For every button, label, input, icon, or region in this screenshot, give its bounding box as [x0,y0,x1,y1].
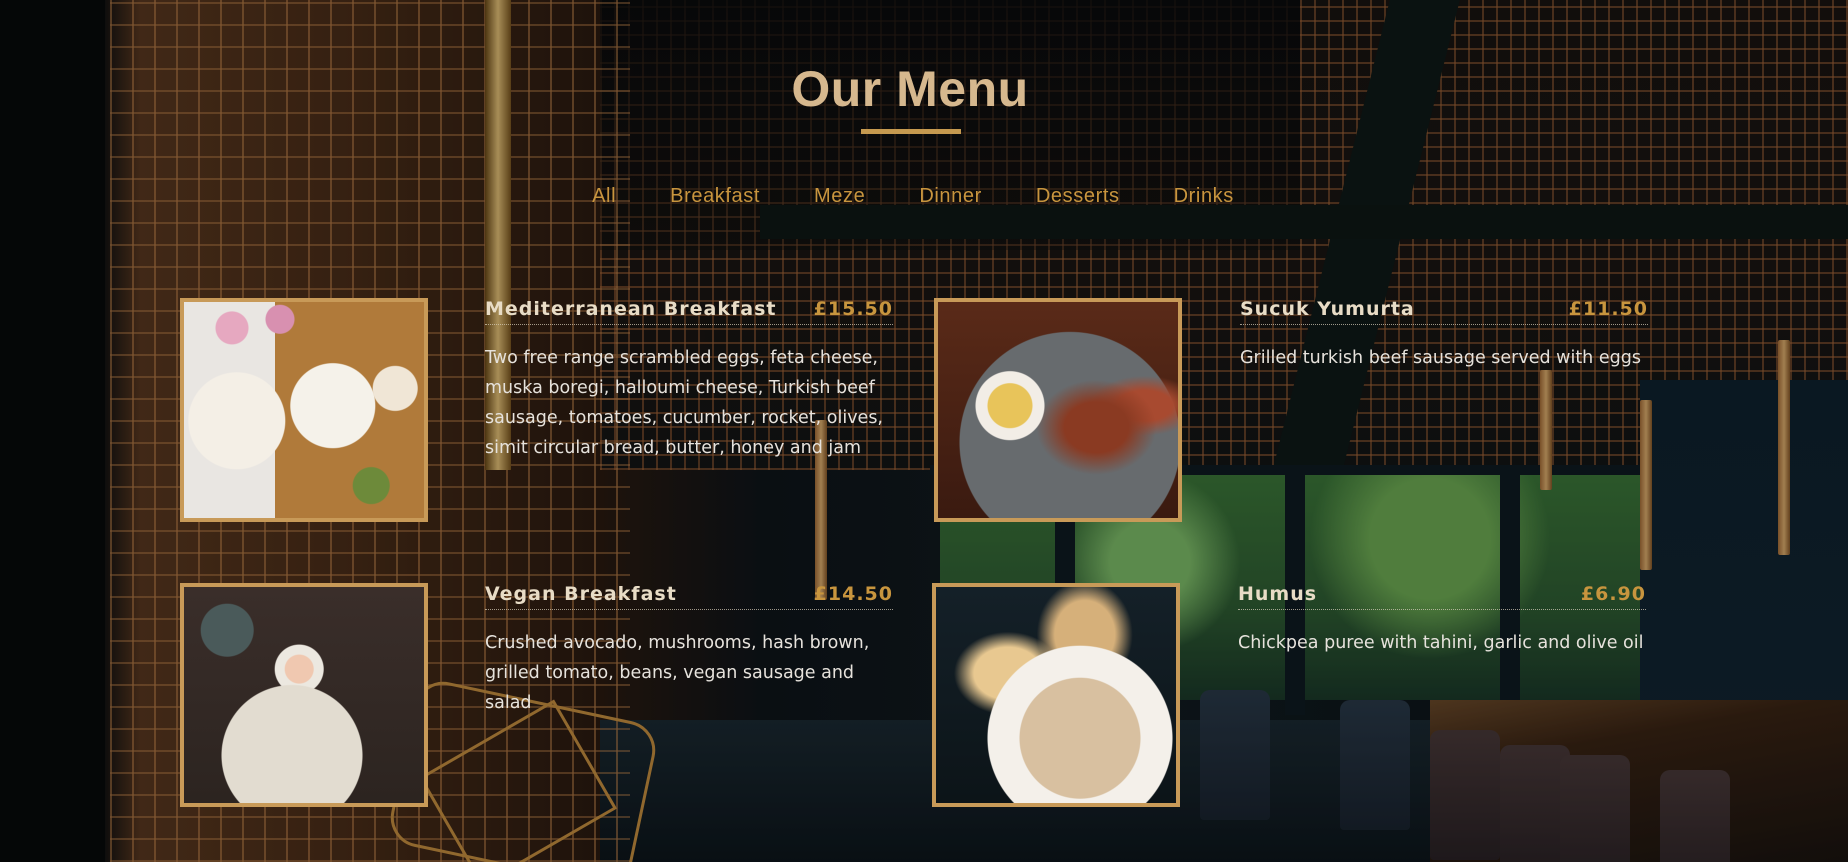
menu-item-description: Two free range scrambled eggs, feta chee… [485,348,883,458]
menu-item-photo [180,583,428,807]
menu-item-description: Grilled turkish beef sausage served with… [1240,348,1641,368]
filter-desserts[interactable]: Desserts [1009,183,1147,209]
menu-item-card: Vegan Breakfast £14.50 Crushed avocado, … [180,583,900,808]
menu-item-price: £14.50 [813,583,893,605]
menu-item-price: £11.50 [1568,298,1648,320]
menu-item-card: Mediterranean Breakfast £15.50 Two free … [180,298,900,523]
menu-item-name: Mediterranean Breakfast [485,298,777,320]
menu-item-description: Crushed avocado, mushrooms, hash brown, … [485,633,870,713]
filter-breakfast[interactable]: Breakfast [643,183,787,209]
menu-item-card: Sucuk Yumurta £11.50 Grilled turkish bee… [934,298,1654,523]
menu-page: Our Menu All Breakfast Meze Dinner Desse… [0,0,1848,862]
menu-filter-bar: All Breakfast Meze Dinner Desserts Drink… [0,183,1826,209]
page-title: Our Menu [791,61,1029,117]
filter-all[interactable]: All [565,183,643,209]
title-underline [861,129,961,134]
menu-item-name: Sucuk Yumurta [1240,298,1415,320]
filter-drinks[interactable]: Drinks [1147,183,1261,209]
menu-item-card: Humus £6.90 Chickpea puree with tahini, … [932,583,1652,808]
filter-meze[interactable]: Meze [787,183,892,209]
menu-item-name: Humus [1238,583,1318,605]
menu-item-price: £15.50 [813,298,893,320]
menu-item-name: Vegan Breakfast [485,583,677,605]
filter-dinner[interactable]: Dinner [892,183,1009,209]
menu-item-photo [180,298,428,522]
menu-item-description: Chickpea puree with tahini, garlic and o… [1238,633,1644,653]
menu-item-photo [934,298,1182,522]
menu-item-photo [932,583,1180,807]
menu-item-price: £6.90 [1580,583,1646,605]
